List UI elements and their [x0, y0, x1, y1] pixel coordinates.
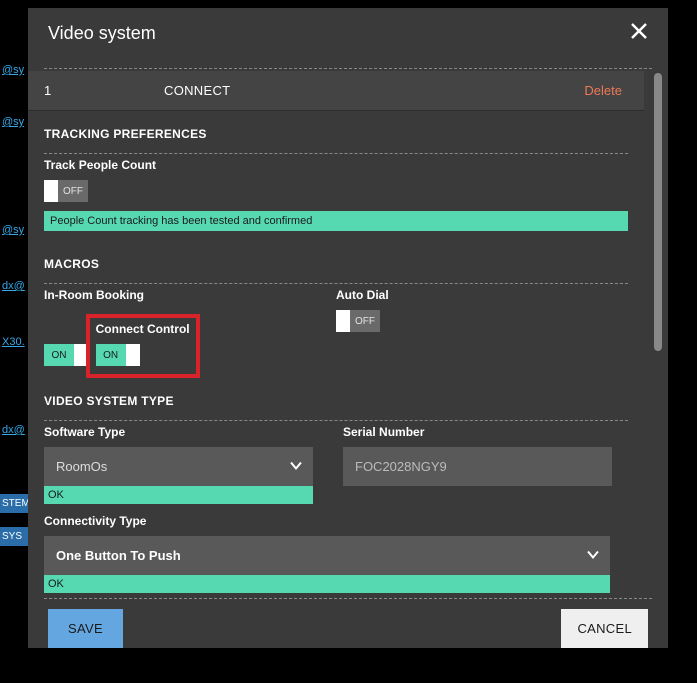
- serial-number-label: Serial Number: [343, 425, 612, 439]
- connectivity-type-select[interactable]: One Button To Push: [44, 536, 610, 575]
- connectivity-type-ok: OK: [44, 575, 610, 593]
- software-type-label: Software Type: [44, 425, 313, 439]
- toggle-state: ON: [96, 344, 126, 366]
- software-type-select[interactable]: RoomOs: [44, 447, 313, 486]
- bg-link[interactable]: X30.: [0, 328, 30, 356]
- track-people-count-label: Track People Count: [44, 158, 628, 172]
- track-people-count-status: People Count tracking has been tested an…: [44, 211, 628, 231]
- toggle-knob: [44, 180, 58, 202]
- bg-link[interactable]: @sy: [0, 108, 30, 136]
- dialog-footer: SAVE CANCEL: [28, 599, 668, 648]
- section-tracking-preferences-title: TRACKING PREFERENCES: [28, 111, 644, 153]
- toggle-knob: [126, 344, 140, 366]
- connect-row: 1 CONNECT Delete: [28, 71, 644, 111]
- bg-link[interactable]: dx@: [0, 272, 30, 300]
- section-macros-title: MACROS: [28, 241, 644, 283]
- connect-control-highlight: Connect Control ON: [86, 314, 200, 378]
- in-room-booking-label: In-Room Booking: [44, 288, 320, 302]
- bg-link[interactable]: @sy: [0, 56, 30, 84]
- cancel-button[interactable]: CANCEL: [561, 609, 648, 648]
- connectivity-type-select-wrap: One Button To Push: [44, 536, 610, 575]
- in-room-booking-toggle[interactable]: ON: [44, 344, 88, 366]
- video-system-dialog: Video system 1 CONNECT Delete TRACKING P…: [28, 8, 668, 648]
- connectivity-type-label: Connectivity Type: [44, 514, 610, 528]
- auto-dial-toggle[interactable]: OFF: [336, 310, 380, 332]
- toggle-state: OFF: [58, 180, 88, 202]
- scroll-area: 1 CONNECT Delete TRACKING PREFERENCES Tr…: [28, 69, 644, 598]
- connect-control-toggle[interactable]: ON: [96, 344, 140, 366]
- section-video-system-type-title: VIDEO SYSTEM TYPE: [28, 378, 644, 420]
- row-index: 1: [44, 83, 74, 98]
- serial-number-input[interactable]: [343, 447, 612, 486]
- toggle-state: OFF: [350, 310, 380, 332]
- toggle-knob: [336, 310, 350, 332]
- dialog-title: Video system: [48, 23, 156, 44]
- row-name: CONNECT: [74, 83, 584, 98]
- close-button[interactable]: [630, 22, 648, 44]
- connect-control-label: Connect Control: [96, 322, 190, 336]
- bg-link[interactable]: @sy: [0, 216, 30, 244]
- dialog-body: 1 CONNECT Delete TRACKING PREFERENCES Tr…: [28, 69, 668, 598]
- track-people-count-toggle[interactable]: OFF: [44, 180, 88, 202]
- auto-dial-label: Auto Dial: [336, 288, 612, 302]
- software-type-ok: OK: [44, 486, 313, 504]
- software-type-select-wrap: RoomOs: [44, 447, 313, 486]
- dialog-header: Video system: [28, 8, 668, 68]
- save-button[interactable]: SAVE: [48, 609, 123, 648]
- close-icon: [630, 22, 648, 40]
- bg-button[interactable]: SYS: [0, 527, 30, 546]
- bg-button[interactable]: STEM: [0, 494, 30, 513]
- background-sidebar: @sy @sy @sy dx@ X30. dx@ STEM SYS: [0, 0, 30, 546]
- delete-button[interactable]: Delete: [584, 83, 622, 98]
- scrollbar[interactable]: [654, 73, 662, 351]
- toggle-state: ON: [44, 344, 74, 366]
- bg-link[interactable]: dx@: [0, 416, 30, 444]
